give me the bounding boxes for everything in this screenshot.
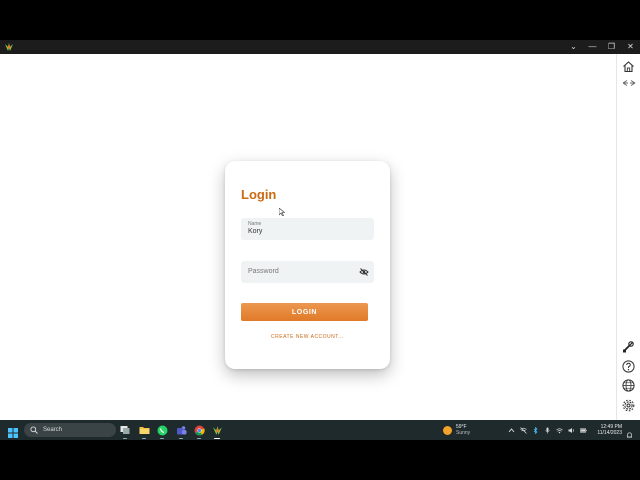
wifi-icon[interactable] — [556, 427, 563, 434]
app-logo-icon[interactable] — [211, 424, 223, 439]
password-placeholder: Password — [248, 268, 279, 275]
name-field[interactable]: Name Kory — [241, 218, 374, 240]
taskbar-search[interactable]: Search — [24, 423, 116, 437]
back-forward-icon[interactable] — [620, 74, 637, 91]
file-explorer-icon[interactable] — [138, 424, 150, 439]
bluetooth-icon[interactable] — [532, 426, 539, 434]
gear-icon[interactable] — [620, 397, 637, 414]
close-button[interactable]: ✕ — [621, 40, 640, 54]
right-sidebar — [616, 54, 640, 420]
app-window: ⌄ — ❐ ✕ Login Name Kory Password LOGIN C… — [0, 40, 640, 420]
search-icon — [30, 426, 38, 434]
system-tray — [508, 424, 587, 436]
search-label: Search — [43, 427, 63, 433]
taskbar: Search 59°F Sunny 12:49 PM 11/14/2023 — [0, 420, 640, 440]
weather-condition: Sunny — [456, 430, 471, 436]
login-card: Login Name Kory Password LOGIN CREATE NE… — [225, 161, 390, 369]
clock-date: 11/14/2023 — [597, 430, 622, 436]
volume-icon[interactable] — [568, 427, 575, 434]
mouse-cursor-icon — [279, 208, 285, 216]
minimize-button[interactable]: — — [583, 40, 602, 54]
teams-icon[interactable] — [175, 424, 187, 439]
sun-icon — [443, 425, 452, 435]
content-area: Login Name Kory Password LOGIN CREATE NE… — [0, 54, 616, 420]
microphone-icon[interactable] — [544, 427, 551, 434]
taskbar-clock[interactable]: 12:49 PM 11/14/2023 — [594, 424, 622, 436]
login-title: Login — [241, 187, 277, 202]
home-icon[interactable] — [620, 58, 637, 75]
chevron-up-icon[interactable] — [508, 427, 515, 434]
create-account-link[interactable]: CREATE NEW ACCOUNT... — [241, 334, 374, 340]
whatsapp-icon[interactable] — [156, 424, 168, 439]
password-field[interactable]: Password — [241, 261, 374, 283]
window-dropdown-button[interactable]: ⌄ — [564, 40, 583, 54]
help-icon[interactable] — [620, 358, 637, 375]
toggle-visibility-icon[interactable] — [358, 266, 370, 278]
network-off-icon[interactable] — [520, 426, 527, 434]
login-button[interactable]: LOGIN — [241, 303, 368, 321]
restore-button[interactable]: ❐ — [602, 40, 621, 54]
app-logo-icon — [4, 42, 14, 52]
battery-icon[interactable] — [580, 427, 587, 434]
title-bar: ⌄ — ❐ ✕ — [0, 40, 640, 54]
notification-bell-icon[interactable] — [626, 426, 633, 438]
name-label: Name — [248, 221, 262, 227]
globe-icon[interactable] — [620, 377, 637, 394]
weather-widget[interactable]: 59°F Sunny — [443, 423, 470, 437]
name-value: Kory — [248, 228, 263, 235]
tools-icon[interactable] — [620, 338, 637, 355]
task-view-icon[interactable] — [119, 424, 131, 439]
windows-start-icon[interactable] — [8, 425, 18, 438]
chrome-icon[interactable] — [193, 424, 205, 439]
